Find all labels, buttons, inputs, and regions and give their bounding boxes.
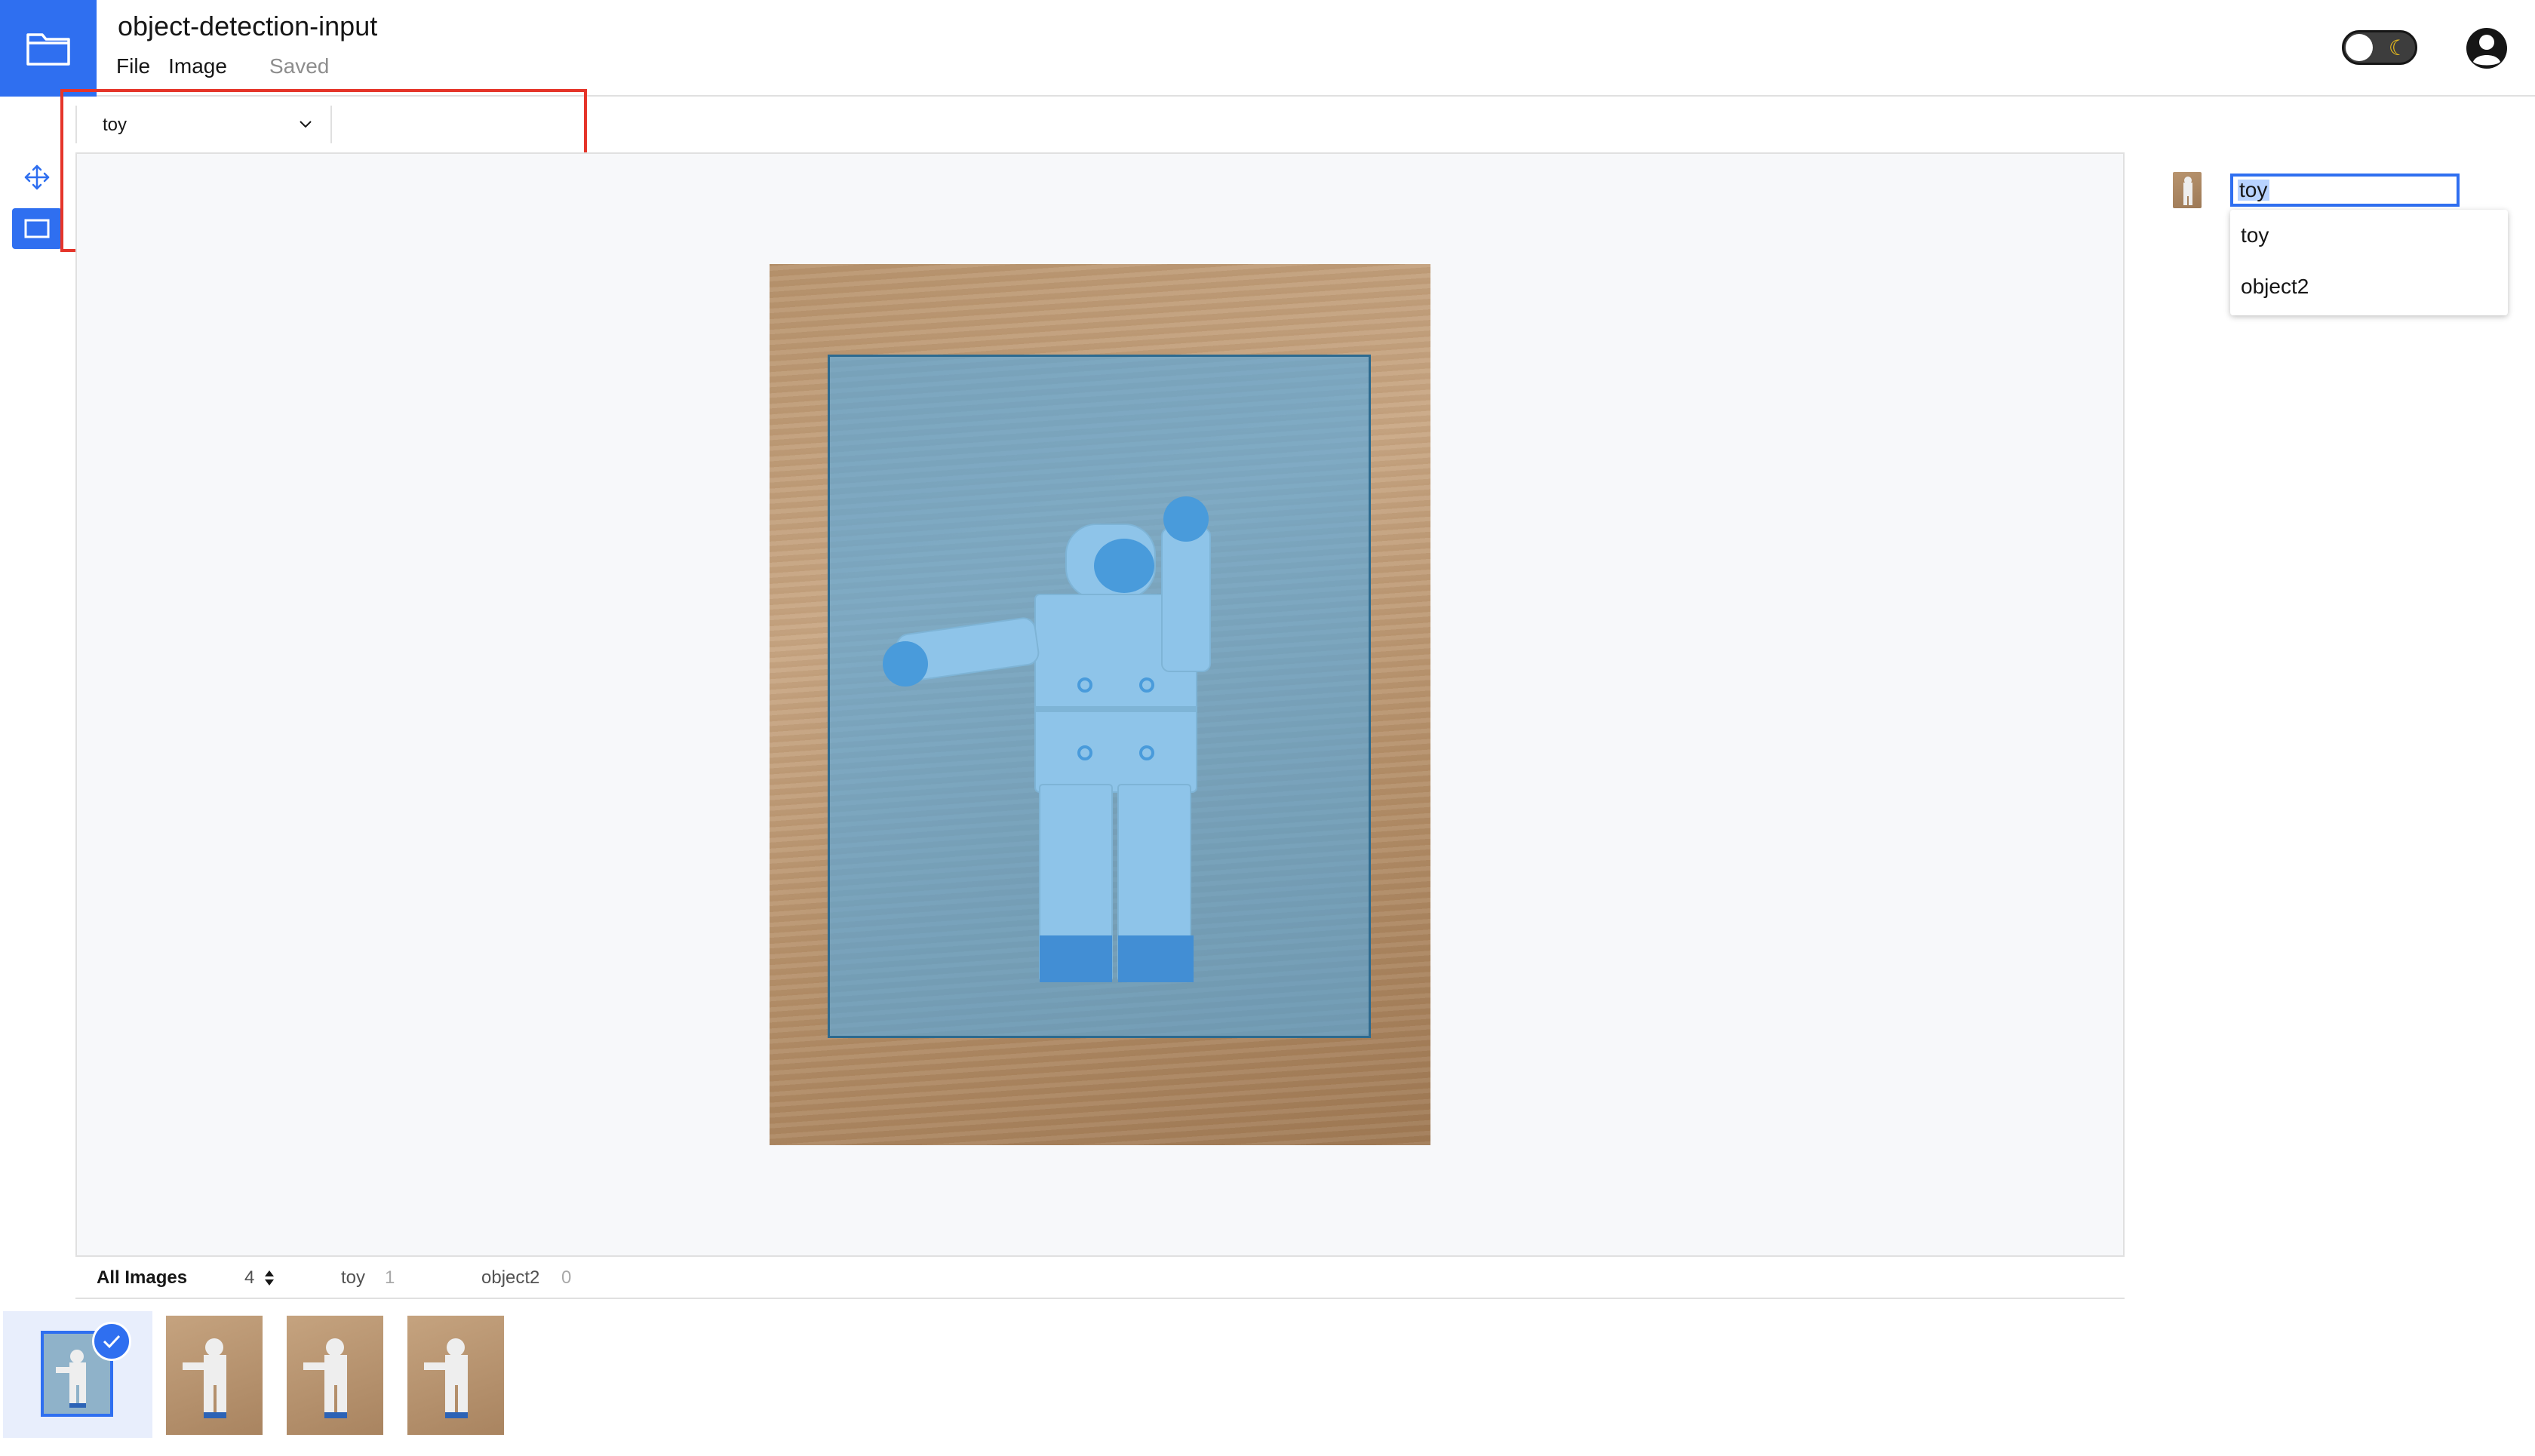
toggle-knob (2346, 34, 2373, 61)
moon-icon: ☾ (2388, 36, 2407, 60)
checkmark-icon (92, 1322, 131, 1361)
image-filter-bar: All Images 4 toy 1 object2 0 (75, 1257, 2125, 1299)
filter-all-images-count: 4 (244, 1267, 255, 1288)
thumbnail-image (183, 1338, 226, 1418)
menu-bar: File Image Saved (116, 54, 347, 78)
thumbnail-image (424, 1338, 468, 1418)
bounding-box-icon (24, 219, 50, 238)
annotated-image[interactable] (770, 264, 1430, 1145)
label-option-object2[interactable]: object2 (2241, 275, 2309, 299)
dark-mode-toggle[interactable]: ☾ (2342, 30, 2417, 65)
move-icon (24, 164, 50, 190)
folder-icon (26, 33, 70, 66)
menu-file[interactable]: File (116, 54, 150, 78)
image-thumbnail[interactable] (287, 1316, 383, 1435)
folder-button[interactable] (0, 0, 97, 97)
image-thumbnail[interactable] (407, 1316, 504, 1435)
filter-label-toy-count: 1 (385, 1267, 395, 1288)
annotation-thumbnail (2173, 172, 2202, 208)
annotation-label-input[interactable] (2230, 174, 2460, 207)
menu-image[interactable]: Image (168, 54, 227, 78)
filter-all-images[interactable]: All Images (97, 1267, 187, 1289)
image-thumbnail[interactable] (166, 1316, 263, 1435)
project-title: object-detection-input (118, 11, 378, 41)
bounding-box-toy[interactable] (828, 355, 1371, 1038)
filter-label-object2[interactable]: object2 (481, 1267, 539, 1289)
thumbnail-image (303, 1338, 347, 1418)
save-status: Saved (269, 54, 330, 78)
label-option-toy[interactable]: toy (2241, 223, 2269, 247)
move-tool-button[interactable] (12, 157, 62, 198)
bounding-box-tool-button[interactable] (12, 208, 62, 249)
app-header: object-detection-input File Image Saved ☾ (0, 0, 2535, 97)
label-dropdown: toy object2 (2230, 210, 2508, 315)
filter-label-object2-count: 0 (561, 1267, 572, 1288)
toy-thumbnail-image (2183, 177, 2192, 205)
sort-icon[interactable] (264, 1269, 275, 1287)
annotation-label-field[interactable] (2233, 177, 2457, 204)
user-icon[interactable] (2464, 26, 2509, 71)
filter-label-toy[interactable]: toy (341, 1267, 365, 1289)
